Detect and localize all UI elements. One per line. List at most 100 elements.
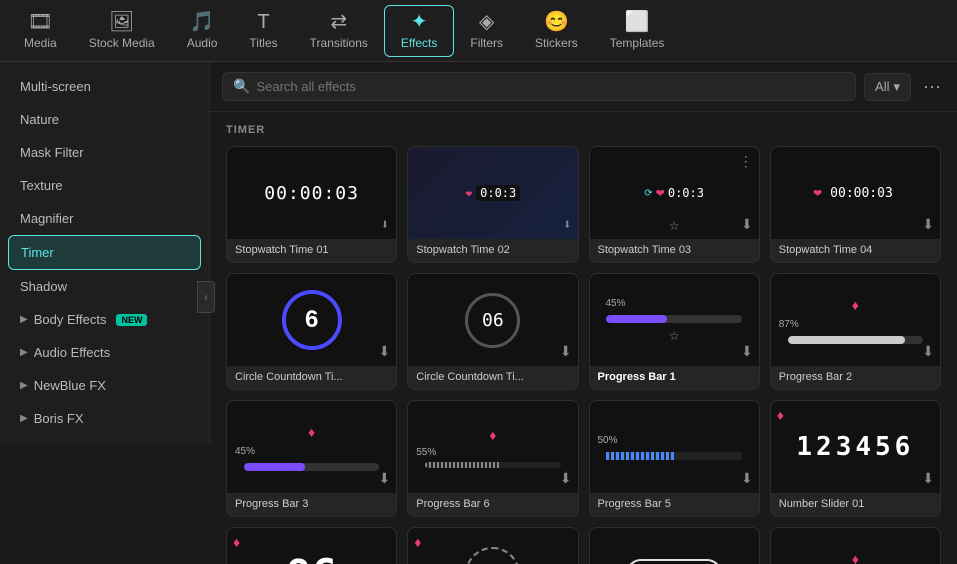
sidebar-item-magnifier-label: Magnifier <box>20 211 73 226</box>
nav-filters[interactable]: ◈ Filters <box>454 6 519 56</box>
nav-templates-label: Templates <box>610 36 665 50</box>
card-stopwatch-01[interactable]: 00:00:03 ⬇ Stopwatch Time 01 <box>226 146 397 263</box>
sidebar-collapse-button[interactable]: ‹ <box>197 281 215 313</box>
card-circle-t3[interactable]: ♦ 00:16 ⬇ Circle Countdown Ti... <box>407 527 578 564</box>
card-circle-01[interactable]: 6 ⬇ Circle Countdown Ti... <box>226 273 397 390</box>
heart-icon: ❤ <box>466 187 473 200</box>
gem-icon-p2: ♦ <box>852 297 859 313</box>
card-thumb-progress-1: 45% ☆ ⬇ <box>590 274 759 366</box>
download-icon-p2[interactable]: ⬇ <box>922 343 934 360</box>
nav-stock-media-label: Stock Media <box>89 36 155 50</box>
download-icon-03[interactable]: ⬇ <box>741 216 753 233</box>
search-input-wrap[interactable]: 🔍 <box>222 72 856 101</box>
search-icon: 🔍 <box>233 78 250 95</box>
card-label-stopwatch-03: Stopwatch Time 03 <box>590 239 759 262</box>
nav-stickers-label: Stickers <box>535 36 578 50</box>
sidebar-item-magnifier[interactable]: Magnifier <box>0 202 209 235</box>
stickers-icon: 😊 <box>544 12 569 32</box>
card-thumb-circle-02: 06 ⬇ <box>408 274 577 366</box>
download-icon-p6[interactable]: ⬇ <box>560 470 572 487</box>
download-icon-02[interactable]: ⬇ <box>563 217 571 233</box>
more-icon-03[interactable]: ⋮ <box>739 153 753 170</box>
download-icon[interactable]: ⬇ <box>381 217 390 233</box>
card-label-stopwatch-01: Stopwatch Time 01 <box>227 239 396 262</box>
nav-templates[interactable]: ⬜ Templates <box>594 6 681 56</box>
card-progress-5[interactable]: 50% ⬇ Progress Bar 5 <box>589 400 760 517</box>
card-progress-8[interactable]: ♦ 80% ⬇ Progress Bar 8 <box>770 527 941 564</box>
sidebar-item-nature[interactable]: Nature <box>0 103 209 136</box>
sidebar-item-body-effects[interactable]: ▶ Body Effects NEW <box>0 303 209 336</box>
sidebar-item-shadow[interactable]: Shadow <box>0 270 209 303</box>
newblue-arrow: ▶ <box>20 380 28 391</box>
download-icon-ns[interactable]: ⬇ <box>922 470 934 487</box>
nav-effects[interactable]: ✦ Effects <box>384 5 454 57</box>
sidebar-item-boris-fx[interactable]: ▶ Boris FX <box>0 402 209 435</box>
card-thumb-capsule-timer: 00:59:99 ⬇ <box>590 528 759 564</box>
content-area: 🔍 All ▾ ··· TIMER 00:00:03 ⬇ Stopwatch T… <box>210 62 957 564</box>
nav-filters-label: Filters <box>470 36 503 50</box>
gem-icon-ns: ♦ <box>777 407 784 423</box>
card-progress-3[interactable]: ♦ 45% ⬇ Progress Bar 3 <box>226 400 397 517</box>
download-icon-c1[interactable]: ⬇ <box>379 343 391 360</box>
card-progress-6[interactable]: ♦ 55% ⬇ Progress Bar 6 <box>407 400 578 517</box>
search-input[interactable] <box>256 79 845 94</box>
nav-stock-media[interactable]: 🖼 Stock Media <box>73 6 171 56</box>
card-thumb-circle-01: 6 ⬇ <box>227 274 396 366</box>
download-icon-04[interactable]: ⬇ <box>922 216 934 233</box>
sidebar-item-newblue-fx[interactable]: ▶ NewBlue FX <box>0 369 209 402</box>
flip-counter-visual: 96 <box>276 550 347 564</box>
nav-media[interactable]: 🎞 Media <box>8 6 73 56</box>
nav-media-label: Media <box>24 36 57 50</box>
audio-effects-arrow: ▶ <box>20 347 28 358</box>
sidebar-item-mask-filter-label: Mask Filter <box>20 145 84 160</box>
star-icon-03[interactable]: ☆ <box>669 219 680 233</box>
card-stopwatch-03[interactable]: ⟳ ❤ 0:0:3 ☆ ⋮ ⬇ Stopwatch Time 03 <box>589 146 760 263</box>
effects-icon: ✦ <box>411 12 428 32</box>
capsule-timer-visual: 00:59:99 <box>626 559 722 564</box>
card-circle-02[interactable]: 06 ⬇ Circle Countdown Ti... <box>407 273 578 390</box>
card-number-slider[interactable]: ♦ 123456 ⬇ Number Slider 01 <box>770 400 941 517</box>
sidebar-item-audio-effects[interactable]: ▶ Audio Effects <box>0 336 209 369</box>
card-stopwatch-04[interactable]: ❤ 00:00:03 ⬇ Stopwatch Time 04 <box>770 146 941 263</box>
nav-effects-label: Effects <box>401 36 437 50</box>
download-icon-p1[interactable]: ⬇ <box>741 343 753 360</box>
grid-area: TIMER 00:00:03 ⬇ Stopwatch Time 01 ❤ 0 <box>210 112 957 564</box>
filter-dropdown-button[interactable]: All ▾ <box>864 73 911 101</box>
gem-icon-p3: ♦ <box>308 424 315 440</box>
sidebar-item-texture[interactable]: Texture <box>0 169 209 202</box>
section-label: TIMER <box>226 124 941 136</box>
stock-media-icon: 🖼 <box>109 12 134 32</box>
search-bar: 🔍 All ▾ ··· <box>210 62 957 112</box>
card-stopwatch-02[interactable]: ❤ 0:0:3 ⬇ Stopwatch Time 02 <box>407 146 578 263</box>
progress-bar-1-visual <box>606 315 741 323</box>
nav-titles[interactable]: T Titles <box>233 6 293 56</box>
sidebar-item-multi-screen[interactable]: Multi-screen <box>0 70 209 103</box>
download-icon-c2[interactable]: ⬇ <box>560 343 572 360</box>
nav-stickers[interactable]: 😊 Stickers <box>519 6 594 56</box>
nav-audio[interactable]: 🎵 Audio <box>171 6 234 56</box>
gem-icon-fc: ♦ <box>233 534 240 550</box>
star-icon-p1[interactable]: ☆ <box>669 329 680 343</box>
sidebar-item-audio-effects-label: Audio Effects <box>34 345 110 360</box>
card-progress-1[interactable]: 45% ☆ ⬇ Progress Bar 1 <box>589 273 760 390</box>
card-capsule-timer[interactable]: 00:59:99 ⬇ Capsule Shape Timer 01 <box>589 527 760 564</box>
download-icon-p3[interactable]: ⬇ <box>379 470 391 487</box>
sidebar-item-timer[interactable]: Timer <box>8 235 201 270</box>
card-thumb-number-slider: ♦ 123456 ⬇ <box>771 401 940 493</box>
circle-countdown-02-visual: 06 <box>465 293 520 348</box>
nav-transitions[interactable]: ⇄ Transitions <box>294 6 384 56</box>
sidebar-item-texture-label: Texture <box>20 178 63 193</box>
card-progress-2[interactable]: ♦ 87% ⬇ Progress Bar 2 <box>770 273 941 390</box>
card-thumb-progress-3: ♦ 45% ⬇ <box>227 401 396 493</box>
media-icon: 🎞 <box>28 12 53 32</box>
heart-icon-03: ❤ <box>656 187 665 200</box>
sidebar-item-mask-filter[interactable]: Mask Filter <box>0 136 209 169</box>
more-options-button[interactable]: ··· <box>919 72 945 101</box>
progress-bar-3-visual <box>244 463 379 471</box>
gem-icon-ct3: ♦ <box>414 534 421 550</box>
sidebar-item-nature-label: Nature <box>20 112 59 127</box>
audio-icon: 🎵 <box>190 12 215 32</box>
nav-titles-label: Titles <box>249 36 277 50</box>
download-icon-p5[interactable]: ⬇ <box>741 470 753 487</box>
card-flip-counter[interactable]: ♦ 96 ⬇ Flip Counter 02 <box>226 527 397 564</box>
